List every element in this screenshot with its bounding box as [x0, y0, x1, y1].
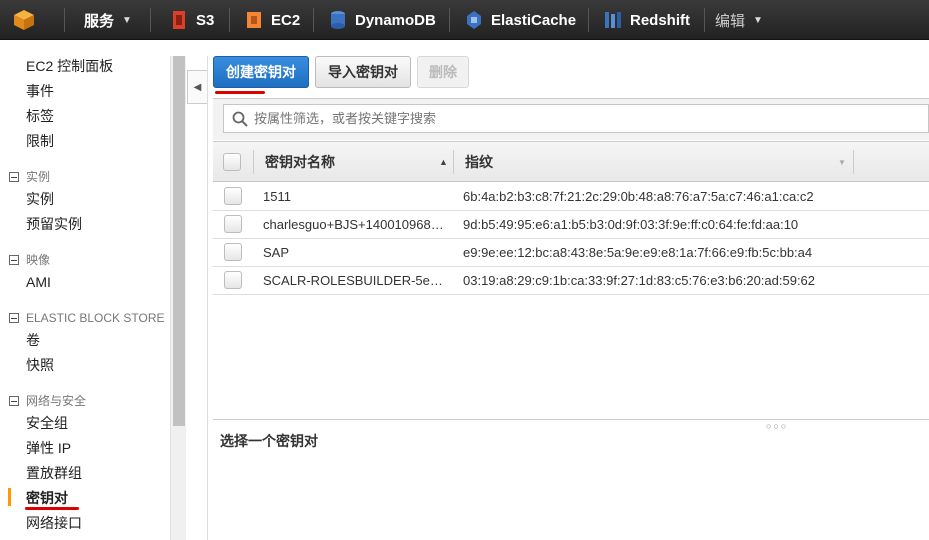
search-input[interactable]	[254, 108, 914, 129]
chevron-left-icon: ◀	[193, 81, 202, 93]
service-label: DynamoDB	[355, 11, 436, 29]
fingerprint: 9d:b5:49:95:e6:a1:b5:b3:0d:9f:03:3f:9e:f…	[463, 217, 799, 232]
fingerprint: 03:19:a8:29:c9:1b:ca:33:9f:27:1d:83:c5:7…	[463, 273, 816, 288]
sidebar-item-reserved-instances[interactable]: 预留实例	[26, 215, 82, 233]
sidebar-item-elastic-ip[interactable]: 弹性 IP	[26, 439, 71, 457]
detail-pane-title: 选择一个密钥对	[220, 433, 318, 449]
table-row[interactable]: SCALR-ROLESBUILDER-5e… 03:19:a8:29:c9:1b…	[213, 267, 929, 295]
resize-handle[interactable]: ○○○	[766, 421, 788, 431]
section-title: 实例	[26, 170, 51, 184]
import-key-pair-button[interactable]: 导入密钥对	[315, 56, 411, 88]
sidebar-item-instances[interactable]: 实例	[26, 190, 54, 208]
service-label: S3	[196, 11, 215, 29]
services-label: 服务	[84, 12, 115, 30]
sidebar-section-images[interactable]: 映像	[9, 252, 50, 268]
sidebar-item-snapshots[interactable]: 快照	[26, 356, 54, 374]
collapse-sidebar-button[interactable]: ◀	[187, 70, 207, 104]
sort-ascending-icon[interactable]: ▲	[439, 142, 448, 182]
aws-logo-icon[interactable]	[0, 0, 48, 40]
sidebar-item-security-groups[interactable]: 安全组	[26, 414, 68, 432]
sidebar-item-network-interfaces[interactable]: 网络接口	[26, 514, 82, 532]
service-label: ElastiCache	[491, 11, 577, 29]
edit-label: 编辑	[715, 12, 746, 30]
sidebar-item-key-pairs[interactable]: 密钥对	[26, 489, 68, 507]
row-checkbox[interactable]	[224, 187, 242, 205]
search-icon	[232, 111, 248, 127]
scrollbar-thumb[interactable]	[173, 56, 185, 426]
key-pair-name: 1511	[263, 189, 291, 204]
key-pair-name: charlesguo+BJS+140010968…	[263, 217, 444, 232]
top-navigation-bar: 服务 ▼ S3 EC2 DynamoDB ElastiCache Redshif…	[0, 0, 929, 40]
row-checkbox[interactable]	[224, 271, 242, 289]
service-link-s3[interactable]: S3	[170, 0, 214, 40]
ec2-icon	[247, 12, 261, 28]
sidebar-item-volumes[interactable]: 卷	[26, 331, 40, 349]
delete-button[interactable]: 删除	[417, 56, 469, 88]
column-label: 指纹	[465, 154, 493, 170]
elasticache-icon	[467, 11, 481, 29]
sidebar-item-ec2-dashboard[interactable]: EC2 控制面板	[26, 57, 113, 75]
redshift-icon	[605, 12, 621, 28]
sidebar-item-tags[interactable]: 标签	[26, 107, 54, 125]
service-label: Redshift	[630, 11, 690, 29]
column-label: 密钥对名称	[265, 154, 335, 170]
sidebar-item-ami[interactable]: AMI	[26, 273, 51, 291]
active-indicator	[8, 488, 11, 506]
row-checkbox[interactable]	[224, 215, 242, 233]
fingerprint: 6b:4a:b2:b3:c8:7f:21:2c:29:0b:48:a8:76:a…	[463, 189, 814, 204]
column-header-key-name[interactable]: 密钥对名称	[265, 142, 335, 182]
sidebar-item-limits[interactable]: 限制	[26, 132, 54, 150]
select-all-checkbox[interactable]	[223, 142, 241, 182]
section-title: 映像	[26, 253, 51, 267]
service-link-ec2[interactable]: EC2	[245, 0, 300, 40]
sidebar: EC2 控制面板 事件 标签 限制 实例 实例 预留实例 映像 AMI ELAS…	[0, 41, 170, 540]
service-link-dynamodb[interactable]: DynamoDB	[329, 0, 436, 40]
collapse-icon	[9, 396, 19, 406]
sidebar-section-ebs[interactable]: ELASTIC BLOCK STORE	[9, 310, 165, 326]
column-header-fingerprint[interactable]: 指纹	[465, 142, 493, 182]
sidebar-section-instances[interactable]: 实例	[9, 169, 50, 185]
collapse-icon	[9, 172, 19, 182]
content-border	[207, 56, 208, 540]
row-checkbox[interactable]	[224, 243, 242, 261]
section-title: 网络与安全	[26, 394, 87, 408]
chevron-down-icon: ▼	[753, 14, 763, 26]
fingerprint: e9:9e:ee:12:bc:a8:43:8e:5a:9e:e9:e8:1a:7…	[463, 245, 813, 260]
dynamodb-icon	[331, 11, 345, 29]
create-key-pair-button[interactable]: 创建密钥对	[213, 56, 309, 88]
key-pair-name: SCALR-ROLESBUILDER-5e…	[263, 273, 443, 288]
sidebar-item-placement-groups[interactable]: 置放群组	[26, 464, 82, 482]
sidebar-scrollbar[interactable]	[170, 56, 186, 540]
sort-icon[interactable]: ▼	[838, 142, 846, 182]
chevron-down-icon: ▼	[122, 14, 132, 26]
highlight-underline	[25, 507, 79, 510]
checkbox[interactable]	[223, 153, 241, 171]
detail-pane-divider	[213, 419, 929, 420]
key-pair-name: SAP	[263, 245, 290, 260]
collapse-icon	[9, 255, 19, 265]
table-row[interactable]: charlesguo+BJS+140010968… 9d:b5:49:95:e6…	[213, 211, 929, 239]
service-link-redshift[interactable]: Redshift	[604, 0, 690, 40]
section-title: ELASTIC BLOCK STORE	[26, 311, 165, 325]
service-label: EC2	[271, 11, 301, 29]
collapse-icon	[9, 313, 19, 323]
table-header: 密钥对名称 ▲ 指纹 ▼	[213, 141, 929, 182]
sidebar-item-events[interactable]: 事件	[26, 82, 54, 100]
edit-menu[interactable]: 编辑 ▼	[715, 0, 763, 40]
table-row[interactable]: 1511 6b:4a:b2:b3:c8:7f:21:2c:29:0b:48:a8…	[213, 183, 929, 211]
sidebar-section-network-security[interactable]: 网络与安全	[9, 393, 86, 409]
search-box[interactable]	[223, 104, 929, 133]
table-row[interactable]: SAP e9:9e:ee:12:bc:a8:43:8e:5a:9e:e9:e8:…	[213, 239, 929, 267]
service-link-elasticache[interactable]: ElastiCache	[465, 0, 576, 40]
highlight-underline	[215, 91, 265, 94]
s3-icon	[173, 11, 185, 29]
services-menu[interactable]: 服务 ▼	[84, 0, 132, 40]
